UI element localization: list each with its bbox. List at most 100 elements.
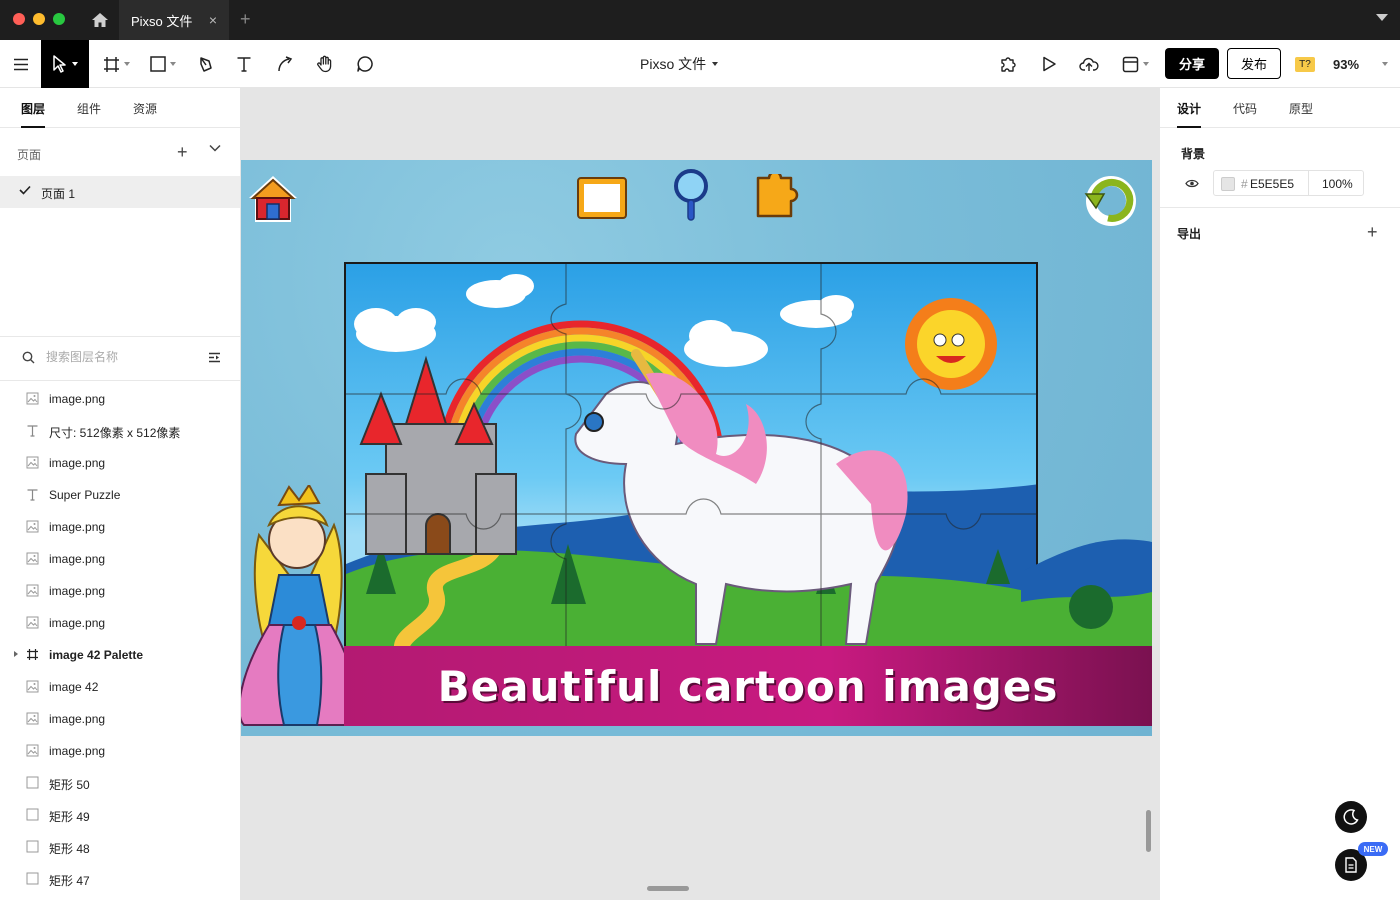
new-tab-button[interactable]: +	[240, 9, 251, 30]
tab-assets[interactable]: 资源	[133, 100, 157, 117]
eye-icon[interactable]	[1185, 179, 1199, 188]
layer-item-label: 矩形 47	[49, 874, 90, 888]
document-title-dropdown[interactable]: Pixso 文件	[640, 40, 719, 88]
tab-prototype[interactable]: 原型	[1289, 100, 1313, 117]
image-icon	[26, 456, 39, 469]
comment-tool-button[interactable]	[349, 40, 381, 88]
hand-tool-button[interactable]	[309, 40, 341, 88]
zoom-level[interactable]: 93%	[1333, 40, 1359, 88]
add-page-icon[interactable]: +	[177, 142, 188, 163]
missing-font-icon[interactable]: T?	[1295, 57, 1315, 72]
minimize-window-button[interactable]	[33, 13, 45, 25]
background-opacity-value[interactable]: 100%	[1322, 177, 1353, 191]
left-panel-tabs: 图层 组件 资源	[0, 88, 240, 128]
layer-item[interactable]: image.png	[0, 606, 240, 638]
right-panel-tabs: 设计 代码 原型	[1160, 88, 1400, 128]
layer-item[interactable]: 矩形 50	[0, 766, 240, 798]
frame-tool-button[interactable]	[96, 40, 136, 88]
document-title-chevron-icon	[712, 62, 719, 66]
layer-item[interactable]: image.png	[0, 574, 240, 606]
layer-item[interactable]: 矩形 48	[0, 830, 240, 862]
connector-icon	[278, 56, 293, 72]
expand-caret-icon[interactable]	[14, 651, 18, 657]
layer-item[interactable]: image.png	[0, 510, 240, 542]
layer-item[interactable]: Super Puzzle	[0, 478, 240, 510]
text-tool-button[interactable]	[228, 40, 260, 88]
layer-item-label: image.png	[49, 712, 106, 726]
layer-item-label: image.png	[49, 744, 106, 758]
move-tool-button[interactable]	[41, 40, 89, 88]
share-button[interactable]: 分享	[1165, 48, 1219, 79]
pointer-icon	[53, 55, 66, 73]
filter-icon[interactable]	[208, 352, 221, 363]
close-window-button[interactable]	[13, 13, 25, 25]
home-tab[interactable]	[86, 8, 114, 32]
layer-item-label: image.png	[49, 584, 106, 598]
collapse-pages-chevron-icon[interactable]	[209, 144, 221, 152]
text-icon	[26, 424, 39, 437]
shape-tool-button[interactable]	[143, 40, 183, 88]
layer-item-label: image.png	[49, 616, 106, 630]
present-button[interactable]	[1033, 40, 1065, 88]
layer-item[interactable]: image.png	[0, 734, 240, 766]
text-icon	[26, 488, 39, 501]
canvas[interactable]: Beautiful cartoon images	[241, 88, 1159, 900]
layer-item-label: image 42	[49, 680, 99, 694]
background-color-field[interactable]: # E5E5E5 100%	[1213, 170, 1364, 196]
connector-tool-button[interactable]	[269, 40, 301, 88]
horizontal-scrollbar[interactable]	[647, 886, 689, 891]
tab-components[interactable]: 组件	[77, 100, 101, 117]
theme-toggle-button[interactable]	[1335, 801, 1367, 833]
shape-tool-chevron-icon	[170, 62, 176, 66]
artboard-image[interactable]: Beautiful cartoon images	[241, 160, 1152, 736]
add-export-icon[interactable]: +	[1367, 222, 1378, 243]
plugins-button[interactable]	[993, 40, 1025, 88]
layer-item[interactable]: image 42	[0, 670, 240, 702]
vertical-scrollbar[interactable]	[1146, 810, 1151, 852]
layer-item-label: Super Puzzle	[49, 488, 121, 502]
tab-close-icon[interactable]: ×	[209, 12, 217, 28]
main-menu-button[interactable]	[0, 40, 41, 88]
divider	[1160, 207, 1400, 208]
tab-code[interactable]: 代码	[1233, 100, 1257, 117]
pen-tool-button[interactable]	[190, 40, 222, 88]
layer-search	[0, 337, 240, 381]
layer-item[interactable]: image.png	[0, 382, 240, 414]
layer-item-label: image.png	[49, 520, 106, 534]
layer-item[interactable]: image.png	[0, 446, 240, 478]
check-icon	[19, 185, 31, 195]
upload-button[interactable]	[1072, 40, 1106, 88]
background-hex-value[interactable]: E5E5E5	[1250, 177, 1294, 191]
layer-item-label: 尺寸: 512像素 x 512像素	[49, 426, 181, 440]
layout-button[interactable]	[1115, 40, 1155, 88]
layout-icon	[1122, 56, 1138, 72]
tab-layers[interactable]: 图层	[21, 100, 46, 128]
loose-puzzle-piece	[1021, 539, 1152, 650]
layer-item-label: 矩形 50	[49, 778, 90, 792]
layer-item[interactable]: 矩形 49	[0, 798, 240, 830]
layer-item-label: 矩形 48	[49, 842, 90, 856]
page-item-1[interactable]: 页面 1	[0, 176, 240, 208]
maximize-window-button[interactable]	[53, 13, 65, 25]
layer-search-input[interactable]	[46, 350, 196, 364]
layer-item[interactable]: image 42 Palette	[0, 638, 240, 670]
window-menu-chevron-down-icon[interactable]	[1376, 14, 1388, 21]
pen-icon	[200, 56, 212, 72]
layer-item[interactable]: image.png	[0, 542, 240, 574]
moon-icon	[1343, 809, 1359, 825]
page-item-label: 页面 1	[41, 187, 76, 201]
publish-button[interactable]: 发布	[1227, 48, 1281, 79]
layer-item[interactable]: 矩形 47	[0, 862, 240, 894]
princess-character-image	[241, 485, 360, 726]
layer-item-label: 矩形 49	[49, 810, 90, 824]
layer-item[interactable]: image.png	[0, 702, 240, 734]
layer-item[interactable]: 尺寸: 512像素 x 512像素	[0, 414, 240, 446]
zoom-chevron-icon[interactable]	[1382, 62, 1388, 66]
file-tab[interactable]: Pixso 文件 ×	[119, 0, 229, 40]
pages-header: 页面 +	[0, 128, 240, 176]
background-color-swatch[interactable]	[1221, 177, 1235, 191]
frame-tool-chevron-icon	[123, 62, 130, 66]
tab-design[interactable]: 设计	[1177, 100, 1202, 128]
frame-icon	[26, 648, 39, 661]
layer-item-label: image.png	[49, 392, 106, 406]
